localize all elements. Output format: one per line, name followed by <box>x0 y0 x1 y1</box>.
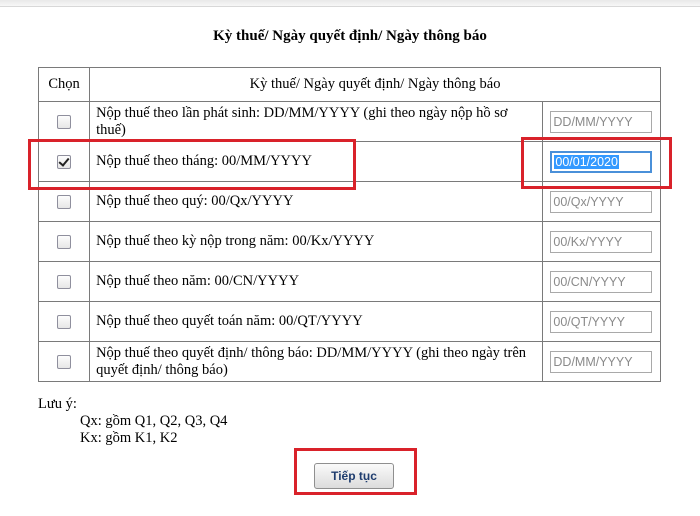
table-row: Nộp thuế theo tháng: 00/MM/YYYY 00/01/20… <box>37 141 662 182</box>
row-label: Nộp thuế theo quyết định/ thông báo: DD/… <box>89 341 543 382</box>
continue-button[interactable]: Tiếp tục <box>314 463 394 489</box>
row-checkbox[interactable] <box>57 274 72 289</box>
header-period: Kỳ thuế/ Ngày quyết định/ Ngày thông báo <box>89 67 661 102</box>
table-row: Nộp thuế theo lần phát sinh: DD/MM/YYYY … <box>37 101 662 142</box>
row-checkbox[interactable] <box>57 354 72 369</box>
tax-period-table: Chọn Kỳ thuế/ Ngày quyết định/ Ngày thôn… <box>37 67 662 382</box>
row-checkbox[interactable] <box>57 234 72 249</box>
note-line: Kx: gồm K1, K2 <box>80 430 178 446</box>
row-label: Nộp thuế theo kỳ nộp trong năm: 00/Kx/YY… <box>89 221 543 262</box>
row-checkbox[interactable] <box>57 154 72 169</box>
note-line: Qx: gồm Q1, Q2, Q3, Q4 <box>80 413 228 429</box>
row-checkbox[interactable] <box>57 114 72 129</box>
table-row: Nộp thuế theo kỳ nộp trong năm: 00/Kx/YY… <box>37 221 662 262</box>
header-choose: Chọn <box>37 67 91 102</box>
row-label: Nộp thuế theo năm: 00/CN/YYYY <box>89 261 543 302</box>
row-label: Nộp thuế theo quý: 00/Qx/YYYY <box>89 181 543 222</box>
row-checkbox[interactable] <box>57 314 72 329</box>
table-row: Nộp thuế theo quyết định/ thông báo: DD/… <box>37 341 662 382</box>
date-input[interactable]: DD/MM/YYYY <box>550 110 653 133</box>
table-row: Nộp thuế theo năm: 00/CN/YYYY 00/CN/YYYY <box>37 261 662 302</box>
date-input-value: 00/01/2020 <box>554 154 619 169</box>
date-input[interactable]: 00/Kx/YYYY <box>550 230 653 253</box>
date-input[interactable]: 00/01/2020 <box>550 150 653 173</box>
table-row: Nộp thuế theo quyết toán năm: 00/QT/YYYY… <box>37 301 662 342</box>
browser-top-edge <box>0 0 700 7</box>
notes-section: Lưu ý: Qx: gồm Q1, Q2, Q3, Q4 Kx: gồm K1… <box>38 396 227 447</box>
date-input[interactable]: DD/MM/YYYY <box>550 350 653 373</box>
date-input[interactable]: 00/QT/YYYY <box>550 310 653 333</box>
row-checkbox[interactable] <box>57 194 72 209</box>
date-input[interactable]: 00/Qx/YYYY <box>550 190 653 213</box>
row-label: Nộp thuế theo lần phát sinh: DD/MM/YYYY … <box>89 101 543 142</box>
notes-heading: Lưu ý: <box>38 396 77 412</box>
date-input[interactable]: 00/CN/YYYY <box>550 270 653 293</box>
table-row: Nộp thuế theo quý: 00/Qx/YYYY 00/Qx/YYYY <box>37 181 662 222</box>
row-label: Nộp thuế theo quyết toán năm: 00/QT/YYYY <box>89 301 543 342</box>
page-title: Kỳ thuế/ Ngày quyết định/ Ngày thông báo <box>213 28 487 44</box>
row-label: Nộp thuế theo tháng: 00/MM/YYYY <box>89 141 543 182</box>
